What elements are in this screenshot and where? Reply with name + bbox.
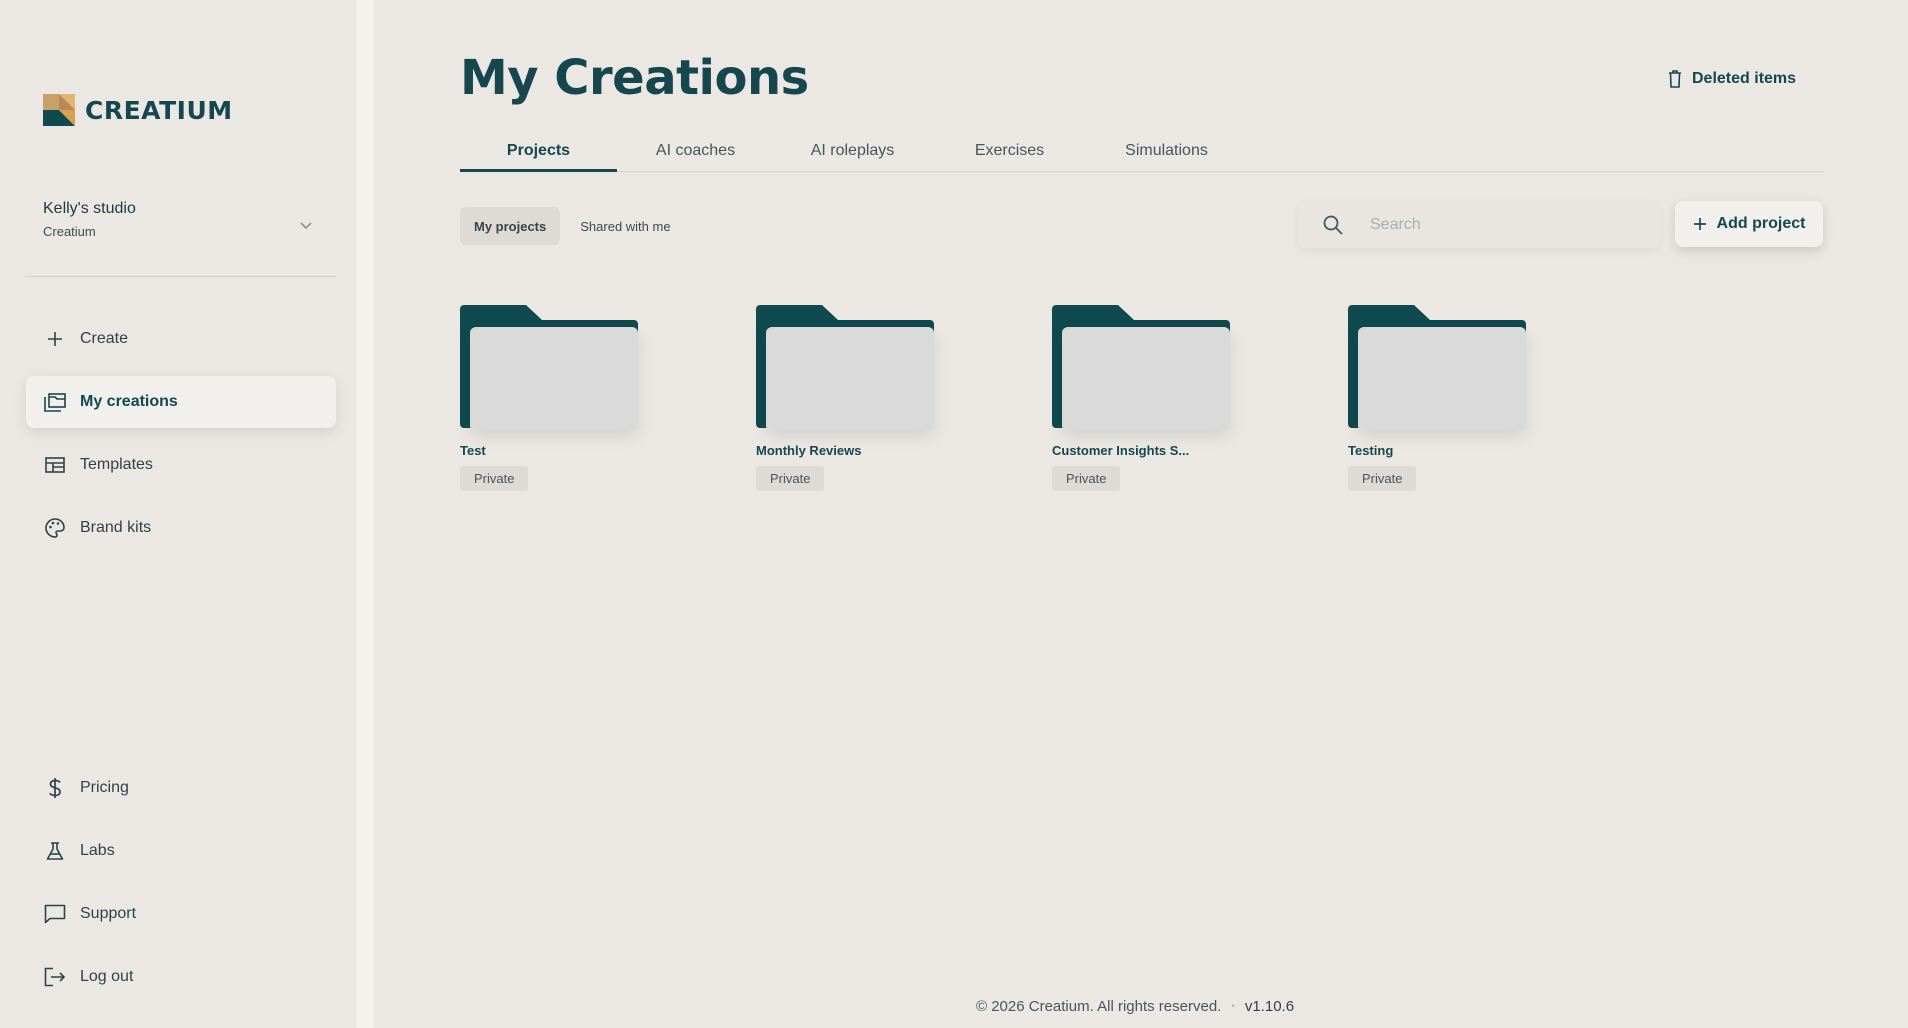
sidebar-item-pricing[interactable]: Pricing xyxy=(26,762,336,814)
logo-text: CREATIUM xyxy=(85,95,233,125)
folder-name: Monthly Reviews xyxy=(756,443,862,458)
dollar-icon xyxy=(44,777,66,799)
add-project-label: Add project xyxy=(1716,215,1806,232)
visibility-badge: Private xyxy=(1348,466,1417,491)
sidebar-item-create[interactable]: Create xyxy=(26,313,336,365)
tab-exercises[interactable]: Exercises xyxy=(931,138,1088,171)
creatium-logo-icon xyxy=(43,94,75,126)
search-input[interactable] xyxy=(1370,216,1630,234)
folder-name: Testing xyxy=(1348,443,1394,458)
logo[interactable]: CREATIUM xyxy=(43,94,233,126)
page-title: My Creations xyxy=(460,50,809,106)
sidebar-item-support[interactable]: Support xyxy=(26,888,336,940)
deleted-items-button[interactable]: Deleted items xyxy=(1668,70,1796,88)
deleted-items-label: Deleted items xyxy=(1692,70,1797,87)
tab-ai-coaches[interactable]: AI coaches xyxy=(617,138,774,171)
tab-projects[interactable]: Projects xyxy=(460,138,617,172)
sidebar-divider xyxy=(25,276,336,277)
sidebar-item-brand-kits[interactable]: Brand kits xyxy=(26,502,336,554)
sidebar-item-label: Pricing xyxy=(80,779,129,796)
visibility-badge: Private xyxy=(756,466,825,491)
sidebar-item-labs[interactable]: Labs xyxy=(26,825,336,877)
flask-icon xyxy=(44,840,66,862)
sidebar-item-label: Create xyxy=(80,330,129,347)
search-icon xyxy=(1323,215,1343,235)
studio-switcher[interactable]: Kelly's studio Creatium xyxy=(43,200,315,239)
sidebar-item-label: Support xyxy=(80,905,137,922)
trash-icon xyxy=(1669,70,1681,88)
tab-simulations[interactable]: Simulations xyxy=(1088,138,1245,171)
project-folder[interactable]: Testing Private xyxy=(1348,305,1528,491)
subtab-shared-with-me[interactable]: Shared with me xyxy=(566,207,684,245)
chat-icon xyxy=(44,903,66,925)
folders-icon xyxy=(44,391,66,413)
sidebar-item-label: Templates xyxy=(80,456,153,473)
footer: © 2026 Creatium. All rights reserved. • … xyxy=(976,998,1294,1015)
sidebar-item-my-creations[interactable]: My creations xyxy=(26,376,336,428)
project-folder[interactable]: Customer Insights S... Private xyxy=(1052,305,1232,491)
sidebar-item-label: My creations xyxy=(80,393,178,410)
studio-name: Kelly's studio xyxy=(43,200,136,217)
sidebar: CREATIUM Kelly's studio Creatium Create … xyxy=(0,0,357,1028)
sidebar-edge xyxy=(357,0,374,1028)
add-project-button[interactable]: Add project xyxy=(1675,201,1823,247)
sidebar-item-label: Brand kits xyxy=(80,519,152,536)
sidebar-item-label: Labs xyxy=(80,842,115,859)
folder-icon xyxy=(1348,305,1528,430)
sidebar-item-label: Log out xyxy=(80,968,134,985)
footer-separator: • xyxy=(1231,1001,1235,1012)
folder-icon xyxy=(756,305,936,430)
folder-icon xyxy=(460,305,640,430)
version-text: v1.10.6 xyxy=(1244,998,1295,1015)
copyright-text: © 2026 Creatium. All rights reserved. xyxy=(976,998,1222,1015)
tabs: Projects AI coaches AI roleplays Exercis… xyxy=(460,138,1824,172)
plus-icon xyxy=(44,328,66,350)
logout-icon xyxy=(44,966,66,988)
plus-icon xyxy=(1693,218,1706,230)
sidebar-item-templates[interactable]: Templates xyxy=(26,439,336,491)
search-box[interactable] xyxy=(1298,202,1660,248)
palette-icon xyxy=(44,517,66,539)
tab-ai-roleplays[interactable]: AI roleplays xyxy=(774,138,931,171)
folder-name: Test xyxy=(460,443,486,458)
visibility-badge: Private xyxy=(460,466,529,491)
folder-name: Customer Insights S... xyxy=(1052,443,1190,458)
project-filter: My projects Shared with me xyxy=(460,207,685,245)
templates-icon xyxy=(44,454,66,476)
folder-icon xyxy=(1052,305,1232,430)
studio-org: Creatium xyxy=(43,224,96,239)
chevron-down-icon xyxy=(300,222,312,230)
project-folder[interactable]: Test Private xyxy=(460,305,640,491)
sidebar-item-log-out[interactable]: Log out xyxy=(26,951,336,1003)
subtab-my-projects[interactable]: My projects xyxy=(460,207,561,245)
visibility-badge: Private xyxy=(1052,466,1121,491)
project-folder[interactable]: Monthly Reviews Private xyxy=(756,305,936,491)
